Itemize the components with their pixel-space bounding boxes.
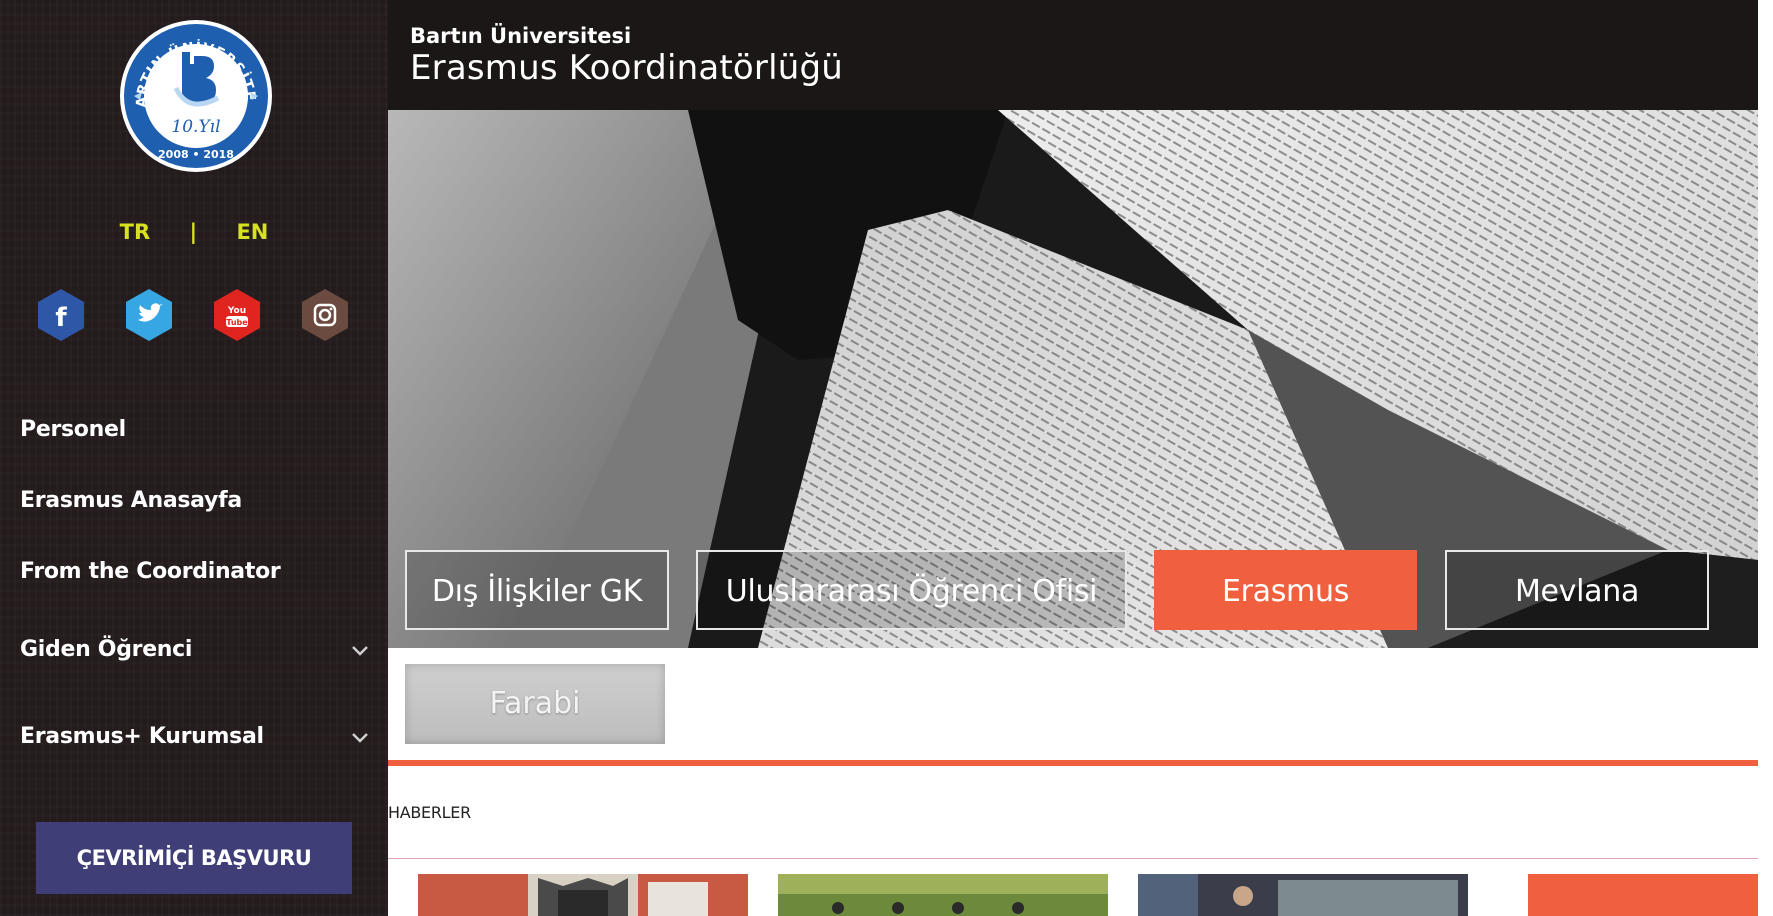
farabi-button[interactable]: Farabi (405, 664, 665, 744)
hero-banner: Dış İlişkiler GK Uluslararası Öğrenci Of… (388, 110, 1758, 648)
svg-text:10.Yıl: 10.Yıl (171, 117, 220, 137)
site-header: Bartın Üniversitesi Erasmus Koordinatörl… (388, 0, 1773, 110)
nav-erasmus-anasayfa[interactable]: Erasmus Anasayfa (20, 481, 370, 521)
news-underline (388, 858, 1758, 859)
section-divider (388, 760, 1758, 766)
svg-text:f: f (55, 303, 67, 333)
chevron-down-icon[interactable] (350, 717, 370, 770)
language-switcher: TR | EN (0, 220, 388, 250)
nav-label: Erasmus Anasayfa (20, 488, 242, 513)
svg-text:You: You (227, 306, 246, 316)
news-thumbnail[interactable] (418, 874, 748, 916)
header-subtitle: Bartın Üniversitesi (410, 24, 632, 48)
page-title: Erasmus Koordinatörlüğü (410, 48, 844, 88)
nav-label: Personel (20, 417, 126, 442)
hero-button-dis-iliskiler[interactable]: Dış İlişkiler GK (405, 550, 669, 630)
twitter-icon[interactable] (124, 288, 174, 342)
hero-button-uluslararasi-ogrenci-ofisi[interactable]: Uluslararası Öğrenci Ofisi (696, 550, 1127, 630)
nav-label: Giden Öğrenci (20, 637, 193, 662)
hero-button-mevlana[interactable]: Mevlana (1445, 550, 1709, 630)
lang-tr-link[interactable]: TR (120, 220, 151, 244)
chevron-down-icon[interactable] (350, 630, 370, 683)
sidebar: BARTIN ÜNİVERSİTESİ 10.Yıl 2008 • 2018 T… (0, 0, 388, 916)
nav-giden-ogrenci[interactable]: Giden Öğrenci (20, 630, 370, 670)
nav-erasmus-kurumsal[interactable]: Erasmus+ Kurumsal (20, 717, 370, 757)
page-edge (1758, 0, 1773, 916)
facebook-icon[interactable]: f (36, 288, 86, 342)
university-logo[interactable]: BARTIN ÜNİVERSİTESİ 10.Yıl 2008 • 2018 (112, 5, 274, 174)
lang-en-link[interactable]: EN (236, 220, 268, 244)
news-thumbnail[interactable] (1528, 874, 1758, 916)
news-thumbnail[interactable] (1138, 874, 1468, 916)
nav-from-the-coordinator[interactable]: From the Coordinator (20, 552, 370, 592)
hero-button-erasmus[interactable]: Erasmus (1154, 550, 1417, 630)
news-heading: HABERLER (388, 803, 471, 822)
svg-text:2008 • 2018: 2008 • 2018 (158, 148, 234, 161)
lang-separator: | (189, 220, 198, 244)
instagram-icon[interactable] (300, 288, 350, 342)
online-application-button[interactable]: ÇEVRİMİÇİ BAŞVURU (36, 822, 352, 894)
nav-personel[interactable]: Personel (20, 410, 370, 450)
svg-text:Tube: Tube (226, 318, 248, 327)
nav-label: Erasmus+ Kurumsal (20, 724, 264, 749)
news-thumbnail[interactable] (778, 874, 1108, 916)
youtube-icon[interactable]: You Tube (212, 288, 262, 342)
nav-label: From the Coordinator (20, 559, 281, 584)
